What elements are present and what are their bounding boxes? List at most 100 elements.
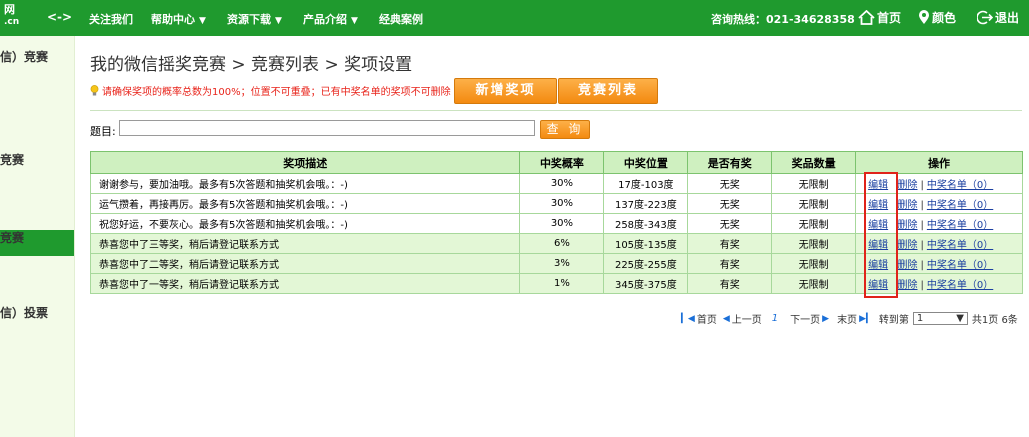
lightbulb-icon	[90, 84, 99, 95]
nav-help-center[interactable]: 帮助中心 ▼	[151, 11, 206, 27]
cell-qty: 无限制	[771, 193, 857, 214]
cell-has: 无奖	[687, 193, 773, 214]
cell-prob: 30%	[519, 193, 605, 214]
cell-ops: 编辑|删除|中奖名单（0）	[855, 253, 1023, 274]
table-row: 谢谢参与，要加油哦。最多有5次答题和抽奖机会哦。：-) 30% 17度-103度…	[89, 173, 1023, 194]
edit-link[interactable]: 编辑	[868, 240, 888, 251]
cell-qty: 无限制	[771, 173, 857, 194]
sidebar-item-2[interactable]: 竞赛	[0, 151, 74, 168]
prev-page-icon: ◀	[722, 313, 730, 324]
cell-qty: 无限制	[771, 233, 857, 254]
col-header-pos: 中奖位置	[603, 151, 689, 174]
logout-link[interactable]: 退出	[977, 9, 1019, 26]
sidebar-item-3[interactable]: 竞赛	[0, 229, 74, 246]
separator: |	[920, 260, 924, 271]
contest-list-button[interactable]: 竞赛列表	[558, 78, 658, 104]
cell-has: 有奖	[687, 253, 773, 274]
cell-has: 有奖	[687, 273, 773, 294]
edit-link[interactable]: 编辑	[868, 180, 888, 191]
last-page-link[interactable]: 末页	[837, 311, 857, 326]
breadcrumb: 我的微信摇奖竞赛 > 竞赛列表 > 奖项设置	[90, 55, 413, 75]
nav-products[interactable]: 产品介绍 ▼	[303, 11, 358, 27]
page-select[interactable]: 1 ▼	[912, 312, 968, 325]
sidebar-item-4[interactable]: 信）投票	[0, 304, 74, 321]
col-header-ops: 操作	[855, 151, 1023, 174]
cell-has: 无奖	[687, 173, 773, 194]
prev-page-link[interactable]: 上一页	[732, 311, 762, 326]
cell-ops: 编辑|删除|中奖名单（0）	[855, 213, 1023, 234]
winners-link[interactable]: 中奖名单（0）	[927, 240, 993, 251]
chevron-down-icon: ▼	[351, 16, 358, 26]
prize-table: 奖项描述 中奖概率 中奖位置 是否有奖 奖品数量 操作 谢谢参与，要加油哦。最多…	[89, 151, 1023, 294]
delete-link[interactable]: 删除	[898, 280, 918, 291]
edit-link[interactable]: 编辑	[868, 280, 888, 291]
delete-link[interactable]: 删除	[898, 260, 918, 271]
cell-prob: 3%	[519, 253, 605, 274]
cell-pos: 17度-103度	[603, 173, 689, 194]
logo-line2: .cn	[4, 17, 20, 27]
table-row: 运气攒着，再接再厉。最多有5次答题和抽奖机会哦。：-) 30% 137度-223…	[89, 193, 1023, 214]
delete-link[interactable]: 删除	[898, 180, 918, 191]
edit-link[interactable]: 编辑	[868, 260, 888, 271]
skin-link[interactable]: 颜色	[918, 9, 956, 26]
separator: |	[920, 220, 924, 231]
cell-ops: 编辑|删除|中奖名单（0）	[855, 273, 1023, 294]
search-label: 题目:	[90, 125, 116, 138]
cell-pos: 345度-375度	[603, 273, 689, 294]
cell-prob: 30%	[519, 173, 605, 194]
edit-link[interactable]: 编辑	[868, 200, 888, 211]
next-page-link[interactable]: 下一页	[790, 311, 820, 326]
col-header-qty: 奖品数量	[771, 151, 857, 174]
cell-prob: 6%	[519, 233, 605, 254]
winners-link[interactable]: 中奖名单（0）	[927, 200, 993, 211]
home-link[interactable]: 首页	[858, 9, 901, 26]
collapse-sidebar-icon[interactable]: <->	[47, 10, 72, 24]
location-pin-icon	[919, 10, 929, 24]
cell-desc: 恭喜您中了三等奖，稍后请登记联系方式	[89, 233, 521, 254]
nav-follow-us[interactable]: 关注我们	[89, 11, 133, 27]
first-page-icon: ▎◀	[681, 313, 695, 324]
cell-desc: 祝您好运，不要灰心。最多有5次答题和抽奖机会哦。：-)	[89, 213, 521, 234]
table-header-row: 奖项描述 中奖概率 中奖位置 是否有奖 奖品数量 操作	[89, 151, 1023, 174]
top-navbar: 网 .cn <-> 关注我们 帮助中心 ▼ 资源下载 ▼ 产品介绍 ▼ 经典案例 咨询…	[0, 0, 1029, 36]
chevron-down-icon: ▼	[956, 313, 964, 324]
cell-pos: 137度-223度	[603, 193, 689, 214]
cell-prob: 30%	[519, 213, 605, 234]
delete-link[interactable]: 删除	[898, 240, 918, 251]
logo[interactable]: 网 .cn	[4, 3, 26, 29]
cell-prob: 1%	[519, 273, 605, 294]
col-header-desc: 奖项描述	[89, 151, 521, 174]
edit-link[interactable]: 编辑	[868, 220, 888, 231]
nav-downloads[interactable]: 资源下载 ▼	[227, 11, 282, 27]
col-header-prob: 中奖概率	[519, 151, 605, 174]
logo-line1: 网	[4, 3, 15, 16]
winners-link[interactable]: 中奖名单（0）	[927, 180, 993, 191]
goto-label: 转到第	[878, 315, 909, 326]
first-page-link[interactable]: 首页	[697, 311, 717, 326]
delete-link[interactable]: 删除	[898, 220, 918, 231]
hotline-text: 咨询热线：021-34628358	[711, 13, 855, 26]
nav-cases[interactable]: 经典案例	[379, 11, 423, 27]
cell-ops: 编辑|删除|中奖名单（0）	[855, 193, 1023, 214]
winners-link[interactable]: 中奖名单（0）	[927, 280, 993, 291]
logout-icon	[977, 10, 993, 25]
delete-link[interactable]: 删除	[898, 200, 918, 211]
cell-qty: 无限制	[771, 253, 857, 274]
cell-desc: 恭喜您中了二等奖，稍后请登记联系方式	[89, 253, 521, 274]
separator: |	[920, 180, 924, 191]
search-button[interactable]: 查 询	[540, 120, 590, 139]
sidebar-item-1[interactable]: 信）竞赛	[0, 48, 74, 65]
cell-has: 有奖	[687, 233, 773, 254]
current-page: 1	[771, 313, 779, 324]
cell-has: 无奖	[687, 213, 773, 234]
col-header-has: 是否有奖	[687, 151, 773, 174]
cell-pos: 258度-343度	[603, 213, 689, 234]
search-input[interactable]	[119, 120, 535, 136]
sidebar: 信）竞赛 竞赛 竞赛 信）投票	[0, 36, 75, 437]
cell-desc: 运气攒着，再接再厉。最多有5次答题和抽奖机会哦。：-)	[89, 193, 521, 214]
cell-ops: 编辑|删除|中奖名单（0）	[855, 173, 1023, 194]
add-prize-button[interactable]: 新增奖项	[454, 78, 557, 104]
winners-link[interactable]: 中奖名单（0）	[927, 260, 993, 271]
cell-desc: 恭喜您中了一等奖，稍后请登记联系方式	[89, 273, 521, 294]
winners-link[interactable]: 中奖名单（0）	[927, 220, 993, 231]
